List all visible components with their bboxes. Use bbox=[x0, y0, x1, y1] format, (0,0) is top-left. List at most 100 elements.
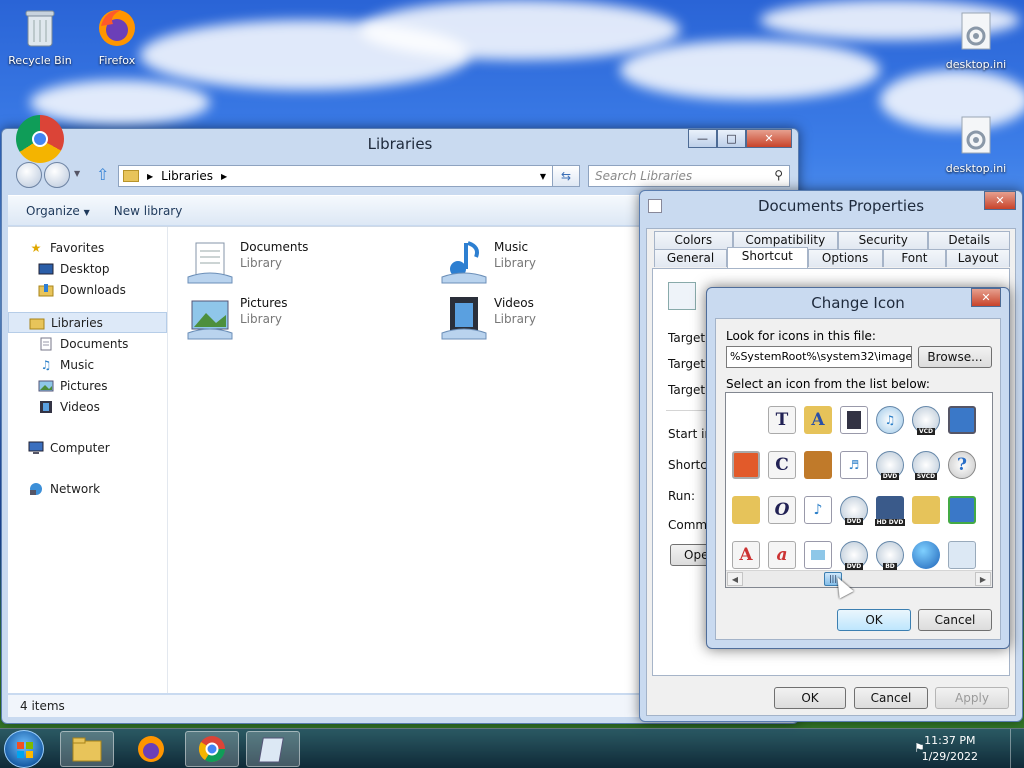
address-dropdown-icon[interactable]: ▼ bbox=[540, 172, 546, 181]
tab-details[interactable]: Details bbox=[928, 231, 1010, 249]
change-icon-ok-button[interactable]: OK bbox=[837, 609, 911, 631]
icon-list[interactable]: T A ♫ VCD C ♬ DVD SVCD ? O ♪ DVD HD DVD bbox=[725, 392, 993, 588]
scroll-left-arrow-icon[interactable]: ◀ bbox=[727, 572, 743, 586]
explorer-titlebar[interactable]: Libraries — □ ✕ bbox=[2, 115, 798, 163]
desktop-icon-label: Firefox bbox=[98, 54, 136, 67]
svcd-icon[interactable]: SVCD bbox=[912, 450, 940, 480]
tile-pictures[interactable]: Pictures Library bbox=[186, 295, 426, 341]
tab-colors[interactable]: Colors bbox=[654, 231, 733, 249]
nav-favorites[interactable]: ★ Favorites bbox=[8, 237, 167, 258]
nav-pictures[interactable]: Pictures bbox=[8, 375, 167, 396]
forward-button[interactable] bbox=[44, 162, 70, 188]
tab-security[interactable]: Security bbox=[837, 231, 929, 249]
start-button[interactable] bbox=[4, 730, 44, 768]
nav-videos[interactable]: Videos bbox=[8, 396, 167, 417]
taskbar-explorer[interactable] bbox=[60, 731, 114, 767]
search-input[interactable]: Search Libraries ⚲ bbox=[588, 165, 790, 187]
nav-network[interactable]: Network bbox=[8, 478, 167, 499]
browse-button[interactable]: Browse... bbox=[918, 346, 992, 368]
font-a-red-icon[interactable]: A bbox=[732, 540, 760, 569]
nav-desktop[interactable]: Desktop bbox=[8, 258, 167, 279]
icon-list-scrollbar[interactable]: ◀ ||| ▶ bbox=[726, 570, 992, 587]
properties-close-button[interactable]: ✕ bbox=[984, 191, 1016, 210]
nav-music[interactable]: ♫ Music bbox=[8, 354, 167, 375]
music-file-icon[interactable]: ♪ bbox=[804, 495, 832, 524]
change-icon-close-button[interactable]: ✕ bbox=[971, 288, 1001, 307]
nav-computer[interactable]: Computer bbox=[8, 437, 167, 458]
minimize-button[interactable]: — bbox=[688, 129, 717, 148]
tab-general[interactable]: General bbox=[654, 249, 728, 267]
videos-library-icon bbox=[440, 295, 488, 341]
tab-font[interactable]: Font bbox=[882, 249, 947, 267]
show-desktop-button[interactable] bbox=[1010, 729, 1024, 768]
change-icon-cancel-button[interactable]: Cancel bbox=[918, 609, 992, 631]
libraries-folder-icon bbox=[29, 316, 45, 330]
desktop-icon-desktop-ini-2[interactable]: desktop.ini bbox=[936, 114, 1016, 175]
properties-ok-button[interactable]: OK bbox=[774, 687, 846, 709]
taskbar-properties[interactable] bbox=[246, 731, 300, 767]
icon-file-path-input[interactable]: %SystemRoot%\system32\imageres bbox=[726, 346, 912, 368]
video-file-icon[interactable] bbox=[840, 405, 868, 434]
back-button[interactable] bbox=[16, 162, 42, 188]
audio-cd-icon[interactable]: ♫ bbox=[876, 405, 904, 434]
firefox-icon bbox=[138, 736, 164, 762]
shared-folder-icon[interactable] bbox=[912, 495, 940, 524]
recent-pages-chevron-icon[interactable]: ▼ bbox=[74, 169, 80, 178]
pages-icon[interactable] bbox=[948, 540, 976, 569]
computer-monitor-icon[interactable] bbox=[948, 405, 976, 434]
tab-options[interactable]: Options bbox=[807, 249, 883, 267]
maximize-button[interactable]: □ bbox=[717, 129, 746, 148]
tab-shortcut[interactable]: Shortcut bbox=[727, 247, 808, 268]
organize-menu[interactable]: Organize ▼ bbox=[26, 204, 90, 218]
music-note-icon: ♫ bbox=[40, 357, 52, 372]
breadcrumb-arrow-icon[interactable]: ▶ bbox=[221, 172, 227, 181]
scroll-right-arrow-icon[interactable]: ▶ bbox=[975, 572, 991, 586]
nav-downloads[interactable]: Downloads bbox=[8, 279, 167, 300]
dvd-disc-icon[interactable]: DVD bbox=[840, 495, 868, 525]
taskbar-chrome[interactable] bbox=[185, 731, 239, 767]
shortcut-icon bbox=[668, 282, 696, 310]
dvd-icon[interactable]: DVD bbox=[876, 450, 904, 480]
properties-cancel-button[interactable]: Cancel bbox=[854, 687, 928, 709]
fonts-folder-icon[interactable]: A bbox=[804, 405, 832, 434]
hd-dvd-icon[interactable]: HD DVD bbox=[874, 495, 906, 526]
up-arrow-icon[interactable]: ⇧ bbox=[96, 165, 109, 184]
nav-documents[interactable]: Documents bbox=[8, 333, 167, 354]
tile-documents[interactable]: Documents Library bbox=[186, 239, 426, 285]
blank-icon[interactable] bbox=[732, 406, 760, 434]
address-bar[interactable]: ▶ Libraries ▶ ▼ bbox=[118, 165, 553, 187]
explorer-title: Libraries bbox=[367, 135, 433, 153]
font-a-italic-icon[interactable]: a bbox=[768, 540, 796, 569]
help-icon[interactable]: ? bbox=[948, 450, 976, 479]
desktop-icon-label: desktop.ini bbox=[945, 58, 1007, 71]
desktop-icon-recycle-bin[interactable]: Recycle Bin bbox=[0, 6, 80, 67]
tab-layout[interactable]: Layout bbox=[946, 249, 1010, 267]
font-c-icon[interactable]: C bbox=[768, 450, 796, 479]
globe-clock-icon[interactable] bbox=[912, 540, 940, 569]
bd-icon[interactable]: BD bbox=[876, 540, 904, 570]
dvd-video-icon[interactable]: DVD bbox=[840, 540, 868, 570]
font-o-icon[interactable]: O bbox=[768, 495, 796, 524]
properties-apply-button[interactable]: Apply bbox=[935, 687, 1009, 709]
breadcrumb-arrow-icon[interactable]: ▶ bbox=[147, 172, 153, 181]
music-library-icon bbox=[440, 239, 488, 285]
clock[interactable]: 11:37 PM 1/29/2022 bbox=[922, 733, 978, 765]
user-folder-icon[interactable] bbox=[732, 495, 760, 524]
shortcut-properties-icon bbox=[258, 737, 284, 763]
new-library-button[interactable]: New library bbox=[114, 204, 183, 218]
font-t-icon[interactable]: T bbox=[768, 405, 796, 434]
audio-file-icon[interactable]: ♬ bbox=[840, 450, 868, 479]
tabs-row-bottom: General Shortcut Options Font Layout bbox=[654, 247, 1010, 268]
desktop-icon-firefox[interactable]: Firefox bbox=[77, 6, 157, 67]
refresh-button[interactable]: ⇆ bbox=[552, 165, 580, 187]
close-button[interactable]: ✕ bbox=[746, 129, 792, 148]
taskbar-firefox[interactable] bbox=[124, 731, 178, 767]
picture-file-icon[interactable] bbox=[732, 450, 760, 479]
user-briefcase-icon[interactable] bbox=[804, 450, 832, 479]
vcd-icon[interactable]: VCD bbox=[912, 405, 940, 435]
image-file-icon[interactable] bbox=[804, 540, 832, 569]
desktop-icon-desktop-ini-1[interactable]: desktop.ini bbox=[936, 10, 1016, 71]
nav-libraries[interactable]: Libraries bbox=[8, 312, 167, 333]
change-icon-dialog[interactable]: Change Icon ✕ Look for icons in this fil… bbox=[706, 287, 1010, 649]
network-sync-icon[interactable] bbox=[948, 495, 976, 524]
